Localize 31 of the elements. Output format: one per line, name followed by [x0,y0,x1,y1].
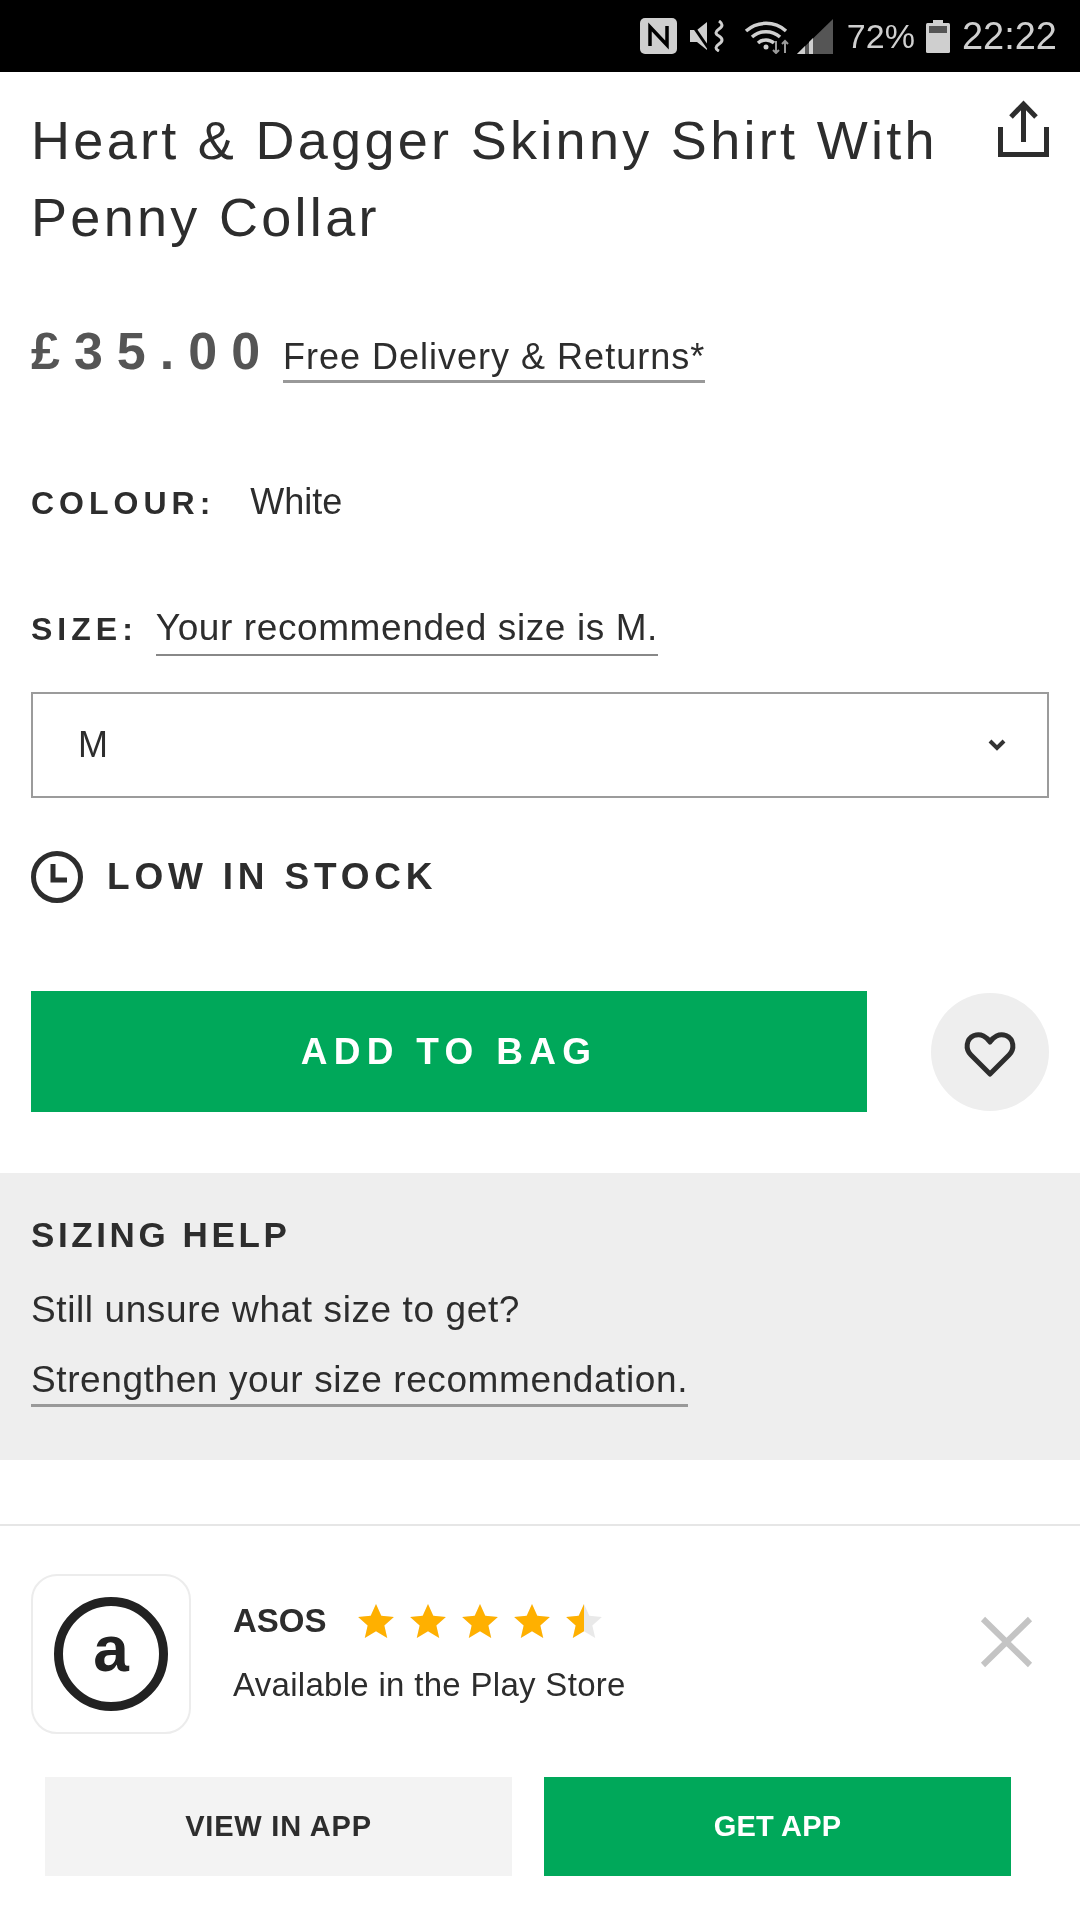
app-name: ASOS [233,1601,327,1641]
stock-status: LOW IN STOCK [107,856,438,898]
size-select[interactable]: M [31,692,1049,798]
colour-value: White [250,481,343,522]
app-icon-tile[interactable]: a [31,1574,191,1734]
clock-time: 22:22 [961,16,1057,56]
signal-icon [796,18,833,54]
share-icon[interactable] [998,100,1049,157]
star-icon [513,1604,550,1638]
size-label: SIZE: [31,611,138,647]
size-recommendation-link[interactable]: Strengthen your size recommendation. [31,1359,689,1407]
clock-icon [31,851,83,903]
heart-icon [963,1029,1017,1078]
nfc-icon [639,18,677,54]
delivery-returns-link[interactable]: Free Delivery & Returns* [283,336,706,383]
star-icon [409,1604,446,1638]
sizing-help-title: SIZING HELP [31,1214,292,1256]
battery-icon [925,19,950,53]
colour-label: COLOUR: [31,485,216,521]
recommended-size-link[interactable]: Your recommended size is M. [155,607,658,656]
star-icon [565,1604,602,1638]
product-price: £35.00 [31,322,275,380]
app-logo: a [54,1597,168,1711]
star-icon [461,1604,498,1638]
product-title: Heart & Dagger Skinny Shirt With Penny Collar [31,109,939,249]
view-in-app-button[interactable]: VIEW IN APP [45,1777,512,1876]
sizing-help-text: Still unsure what size to get? Strengthen your size recommendation. [31,1275,1049,1415]
app-store-subtitle: Available in the Play Store [233,1665,626,1705]
star-icon [357,1604,394,1638]
battery-percentage: 72% [846,16,915,56]
chevron-down-icon [988,739,1006,751]
